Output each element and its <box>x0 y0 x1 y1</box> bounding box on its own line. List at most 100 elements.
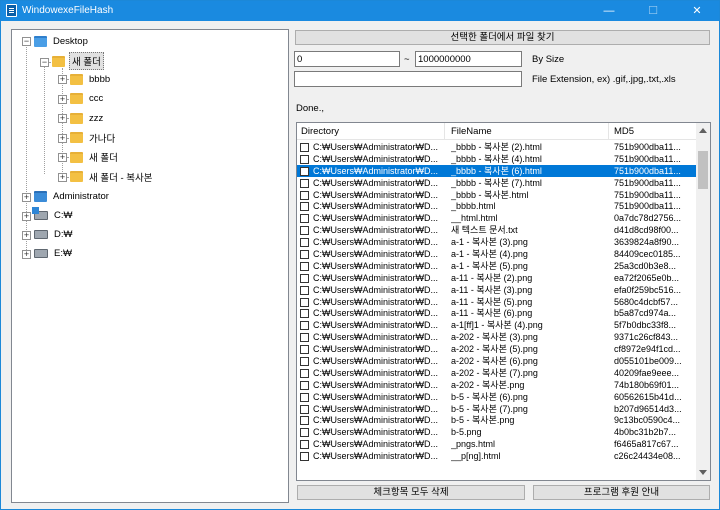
column-header-directory[interactable]: Directory <box>301 126 339 137</box>
table-row[interactable]: C:₩Users₩Administrator₩D... a-11 - 복사본 (5… <box>297 296 697 308</box>
tree-node-c-drive[interactable]: C:₩ <box>32 206 74 224</box>
table-row[interactable]: C:₩Users₩Administrator₩D... a-202 - 복사본 (… <box>297 355 697 367</box>
row-checkbox[interactable] <box>300 226 309 236</box>
tree-node-child[interactable]: 가나다 <box>70 129 117 147</box>
table-row[interactable]: C:₩Users₩Administrator₩D... _bbbb - 복사본 (… <box>297 177 697 189</box>
scroll-down-icon[interactable] <box>699 470 707 475</box>
row-checkbox[interactable] <box>300 428 309 438</box>
tree-node-e-drive[interactable]: E:₩ <box>34 244 74 262</box>
collapse-icon[interactable]: − <box>22 37 31 46</box>
row-checkbox[interactable] <box>300 416 309 426</box>
row-checkbox[interactable] <box>300 309 309 319</box>
row-checkbox[interactable] <box>300 261 309 271</box>
table-row[interactable]: C:₩Users₩Administrator₩D... _bbbb - 복사본 (… <box>297 141 697 153</box>
tree-node-child[interactable]: 새 폴더 <box>70 148 120 166</box>
table-row[interactable]: C:₩Users₩Administrator₩D... _bbbb - 복사본 (… <box>297 164 697 177</box>
expand-icon[interactable]: + <box>58 94 67 104</box>
table-row[interactable]: C:₩Users₩Administrator₩D... a-11 - 복사본 (3… <box>297 284 697 296</box>
expand-icon[interactable]: + <box>58 133 67 143</box>
row-checkbox[interactable] <box>300 178 309 188</box>
expand-icon[interactable]: + <box>58 75 67 84</box>
table-row[interactable]: C:₩Users₩Administrator₩D... a-1 - 복사본 (4)… <box>297 248 697 260</box>
row-checkbox[interactable] <box>300 333 309 343</box>
table-row[interactable]: C:₩Users₩Administrator₩D... a-11 - 복사본 (6… <box>297 307 697 319</box>
row-checkbox[interactable] <box>300 166 309 176</box>
collapse-icon[interactable]: − <box>40 58 49 67</box>
tree-node-desktop[interactable]: Desktop <box>34 32 90 50</box>
folder-tree[interactable]: − Desktop − 새 폴더 + bbbb + ccc + zzz + 가나다 + 새 폴더 +… <box>11 29 289 503</box>
tree-node-new-folder[interactable]: 새 폴더 <box>52 52 104 70</box>
row-checkbox[interactable] <box>300 440 309 450</box>
row-checkbox[interactable] <box>300 202 309 212</box>
cell-directory: C:₩Users₩Administrator₩D... <box>313 177 439 188</box>
row-checkbox[interactable] <box>300 357 309 367</box>
tree-node-d-drive[interactable]: D:₩ <box>34 225 74 243</box>
scroll-up-icon[interactable] <box>699 128 707 133</box>
minimize-button[interactable]: — <box>587 1 631 21</box>
row-checkbox[interactable] <box>300 154 309 164</box>
row-checkbox[interactable] <box>300 321 309 331</box>
table-row[interactable]: C:₩Users₩Administrator₩D... a-202 - 복사본 (… <box>297 331 697 343</box>
table-row[interactable]: C:₩Users₩Administrator₩D... a-1 - 복사본 (5)… <box>297 260 697 272</box>
table-row[interactable]: C:₩Users₩Administrator₩D... b-5 - 복사본 (6)… <box>297 391 697 403</box>
tree-node-child[interactable]: ccc <box>70 90 105 108</box>
table-row[interactable]: C:₩Users₩Administrator₩D... _bbbb - 복사본.h… <box>297 189 697 201</box>
row-checkbox[interactable] <box>300 285 309 295</box>
size-min-input[interactable]: 0 <box>294 51 400 67</box>
table-row[interactable]: C:₩Users₩Administrator₩D... b-5 - 복사본.png… <box>297 414 697 426</box>
extension-input[interactable] <box>294 71 522 87</box>
row-checkbox[interactable] <box>300 143 309 152</box>
row-checkbox[interactable] <box>300 214 309 224</box>
file-list[interactable]: Directory FileName MD5 C:₩Users₩Administ… <box>296 122 711 481</box>
table-row[interactable]: C:₩Users₩Administrator₩D... _bbbb.html 751… <box>297 200 697 212</box>
table-row[interactable]: C:₩Users₩Administrator₩D... b-5 - 복사본 (7)… <box>297 403 697 415</box>
table-row[interactable]: C:₩Users₩Administrator₩D... a-202 - 복사본 (… <box>297 367 697 379</box>
expand-icon[interactable]: + <box>22 250 31 259</box>
row-checkbox[interactable] <box>300 345 309 355</box>
column-header-md5[interactable]: MD5 <box>614 126 634 137</box>
row-checkbox[interactable] <box>300 392 309 402</box>
row-checkbox[interactable] <box>300 273 309 283</box>
expand-icon[interactable]: + <box>58 153 67 162</box>
row-checkbox[interactable] <box>300 368 309 378</box>
expand-icon[interactable]: + <box>22 231 31 240</box>
expand-icon[interactable]: + <box>58 172 67 182</box>
vertical-scrollbar[interactable] <box>696 123 710 480</box>
table-row[interactable]: C:₩Users₩Administrator₩D... b-5.png 4b0bc3… <box>297 426 697 438</box>
delete-checked-button[interactable]: 체크항목 모두 삭제 <box>297 485 525 500</box>
tree-node-child[interactable]: bbbb <box>70 70 112 88</box>
expand-icon[interactable]: + <box>58 114 67 123</box>
row-checkbox[interactable] <box>300 250 309 260</box>
expand-icon[interactable]: + <box>22 193 31 202</box>
row-checkbox[interactable] <box>300 452 309 462</box>
table-row[interactable]: C:₩Users₩Administrator₩D... a-1 - 복사본 (3)… <box>297 236 697 248</box>
size-max-input[interactable]: 1000000000 <box>415 51 522 67</box>
table-row[interactable]: C:₩Users₩Administrator₩D... _pngs.html f64… <box>297 438 697 450</box>
table-row[interactable]: C:₩Users₩Administrator₩D... a-11 - 복사본 (2… <box>297 272 697 284</box>
table-row[interactable]: C:₩Users₩Administrator₩D... __p[ng].html c… <box>297 450 697 462</box>
table-row[interactable]: C:₩Users₩Administrator₩D... a-202 - 복사본 (… <box>297 343 697 355</box>
cell-filename: __html.html <box>451 213 498 224</box>
title-bar[interactable]: WindowexeFileHash — ☐ ✕ <box>1 1 719 21</box>
row-checkbox[interactable] <box>300 404 309 414</box>
row-checkbox[interactable] <box>300 297 309 307</box>
table-row[interactable]: C:₩Users₩Administrator₩D... a-1[ff]1 - 복사… <box>297 319 697 331</box>
table-row[interactable]: C:₩Users₩Administrator₩D... _bbbb - 복사본 (… <box>297 153 697 165</box>
row-checkbox[interactable] <box>300 380 309 390</box>
table-row[interactable]: C:₩Users₩Administrator₩D... __html.html 0a… <box>297 212 697 224</box>
donate-info-button[interactable]: 프로그램 후원 안내 <box>533 485 710 500</box>
row-checkbox[interactable] <box>300 238 309 248</box>
close-button[interactable]: ✕ <box>675 1 719 21</box>
table-row[interactable]: C:₩Users₩Administrator₩D... a-202 - 복사본.p… <box>297 379 697 391</box>
scroll-thumb[interactable] <box>698 151 708 189</box>
maximize-button[interactable]: ☐ <box>631 1 675 21</box>
cell-directory: C:₩Users₩Administrator₩D... <box>313 308 439 319</box>
tree-node-child[interactable]: zzz <box>70 109 105 127</box>
find-files-button[interactable]: 선택한 폴더에서 파일 찾기 <box>295 30 710 45</box>
tree-node-administrator[interactable]: Administrator <box>34 187 111 205</box>
expand-icon[interactable]: + <box>22 212 31 221</box>
column-header-filename[interactable]: FileName <box>451 126 492 137</box>
tree-node-child[interactable]: 새 폴더 - 복사본 <box>70 168 155 186</box>
row-checkbox[interactable] <box>300 190 309 200</box>
table-row[interactable]: C:₩Users₩Administrator₩D... 새 텍스트 문서.txt d… <box>297 224 697 236</box>
